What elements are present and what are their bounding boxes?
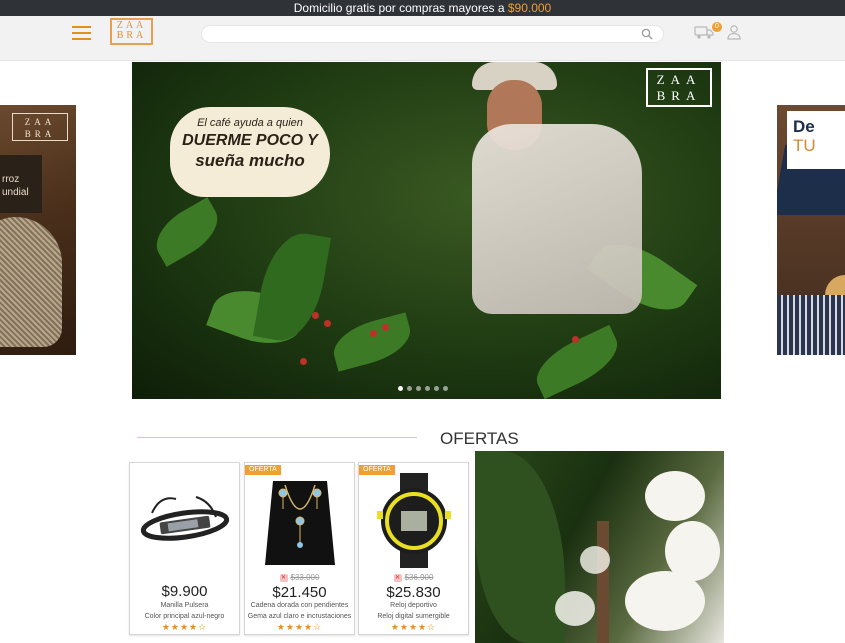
product-price: $9.900: [161, 583, 208, 600]
product-old-price-value: $33.000: [290, 573, 320, 582]
product-rating: ★★★★☆: [276, 622, 323, 632]
product-name: Cadena dorada con pendientes: [250, 602, 349, 609]
watch-image: [377, 473, 451, 568]
hero-quote-bubble: El café ayuda a quien DUERME POCO Y sueñ…: [170, 107, 330, 197]
slide-banner-line1: De: [793, 117, 815, 136]
site-logo[interactable]: ZAA BRA: [110, 18, 153, 45]
hero-logo: ZAA BRA: [646, 68, 712, 107]
discount-icon: ✕: [393, 573, 402, 582]
search-input[interactable]: [212, 28, 632, 44]
product-card[interactable]: OFERTA ✕ $33.000 $21.450 Cadena dorada co…: [244, 462, 355, 635]
hero-logo-top: ZAA: [656, 72, 702, 87]
leaf-shape: [328, 312, 416, 372]
slide-banner-line2: TU: [793, 136, 816, 155]
carousel-dot[interactable]: [398, 386, 403, 391]
blossom-shape: [645, 471, 705, 521]
product-card[interactable]: $9.900 Manilla Pulsera Color principal a…: [129, 462, 240, 635]
carousel-dot[interactable]: [425, 386, 430, 391]
product-card[interactable]: OFERTA ✕ $36.900 $25.830 Reloj deportivo …: [358, 462, 469, 635]
coffee-flower-image: [475, 451, 724, 643]
product-old-price: ✕ $33.000: [245, 573, 354, 582]
coffee-berry: [312, 312, 319, 319]
farmer-shirt: [472, 124, 642, 314]
blossom-shape: [555, 591, 595, 626]
basket-image: [0, 217, 62, 347]
hero-logo-bottom: BRA: [656, 88, 702, 103]
product-description: Gema azul claro e incrustaciones: [247, 613, 352, 620]
coffee-berry: [300, 358, 307, 365]
leaf-shape: [252, 227, 332, 347]
carousel-slide-previous[interactable]: ZAA BRA rroz undial: [0, 105, 76, 355]
cart-count-badge: 0: [712, 22, 722, 32]
coffee-berry: [324, 320, 331, 327]
carousel-dot[interactable]: [443, 386, 448, 391]
product-rating: ★★★★☆: [161, 622, 208, 632]
product-old-price-value: $36.900: [404, 573, 434, 582]
product-description: Reloj digital sumergible: [377, 613, 450, 620]
hero-quote-line3: sueña mucho: [195, 151, 305, 170]
cart-icon[interactable]: [694, 24, 714, 40]
product-name: Reloj deportivo: [390, 602, 437, 609]
slide-logo: ZAA BRA: [12, 113, 68, 141]
slide-caption: rroz undial: [0, 155, 42, 213]
slide-logo-top: ZAA: [24, 117, 56, 127]
cloth-image: [777, 295, 845, 355]
carousel-dots: [398, 378, 458, 391]
leaf-shape: [475, 451, 565, 643]
leaf-shape: [146, 197, 228, 267]
carousel-dot[interactable]: [434, 386, 439, 391]
promo-amount: $90.000: [507, 1, 552, 15]
coffee-berry: [382, 324, 389, 331]
carousel-dot[interactable]: [407, 386, 412, 391]
promo-text: Domicilio gratis por compras mayores a: [293, 1, 505, 15]
blossom-shape: [625, 571, 705, 631]
slide-banner-text: De TU: [787, 111, 845, 169]
product-name: Manilla Pulsera: [160, 602, 209, 609]
hero-quote-line2: DUERME POCO Y: [182, 132, 318, 149]
slide-caption-line1: rroz: [2, 174, 20, 185]
menu-icon[interactable]: [72, 26, 91, 40]
product-price: $21.450: [272, 584, 327, 601]
branch-shape: [597, 521, 609, 643]
product-price: $25.830: [386, 584, 441, 601]
slide-caption-line2: undial: [2, 187, 29, 198]
coffee-berry: [370, 330, 377, 337]
section-title-ofertas: OFERTAS: [440, 429, 519, 448]
logo-text-bottom: BRA: [116, 30, 147, 41]
coffee-berry: [572, 336, 579, 343]
product-rating: ★★★★☆: [390, 622, 437, 632]
bracelet-image: [140, 496, 230, 541]
section-divider: [137, 437, 417, 438]
blossom-shape: [580, 546, 610, 574]
product-old-price: ✕ $36.900: [359, 573, 468, 582]
product-description: Color principal azul-negro: [144, 613, 225, 620]
necklace-image: [265, 481, 335, 565]
search-icon[interactable]: [641, 28, 653, 40]
search-bar: [201, 25, 664, 44]
carousel-slide-next[interactable]: De TU: [777, 105, 845, 355]
carousel-dot[interactable]: [416, 386, 421, 391]
slide-logo-bottom: BRA: [24, 129, 56, 139]
carousel-hero-slide[interactable]: El café ayuda a quien DUERME POCO Y sueñ…: [132, 62, 721, 399]
hero-quote-line1: El café ayuda a quien: [197, 117, 303, 129]
discount-icon: ✕: [279, 573, 288, 582]
site-header: ZAA BRA 0: [0, 16, 845, 61]
user-icon[interactable]: [727, 24, 741, 40]
promo-bar: Domicilio gratis por compras mayores a $…: [0, 0, 845, 16]
